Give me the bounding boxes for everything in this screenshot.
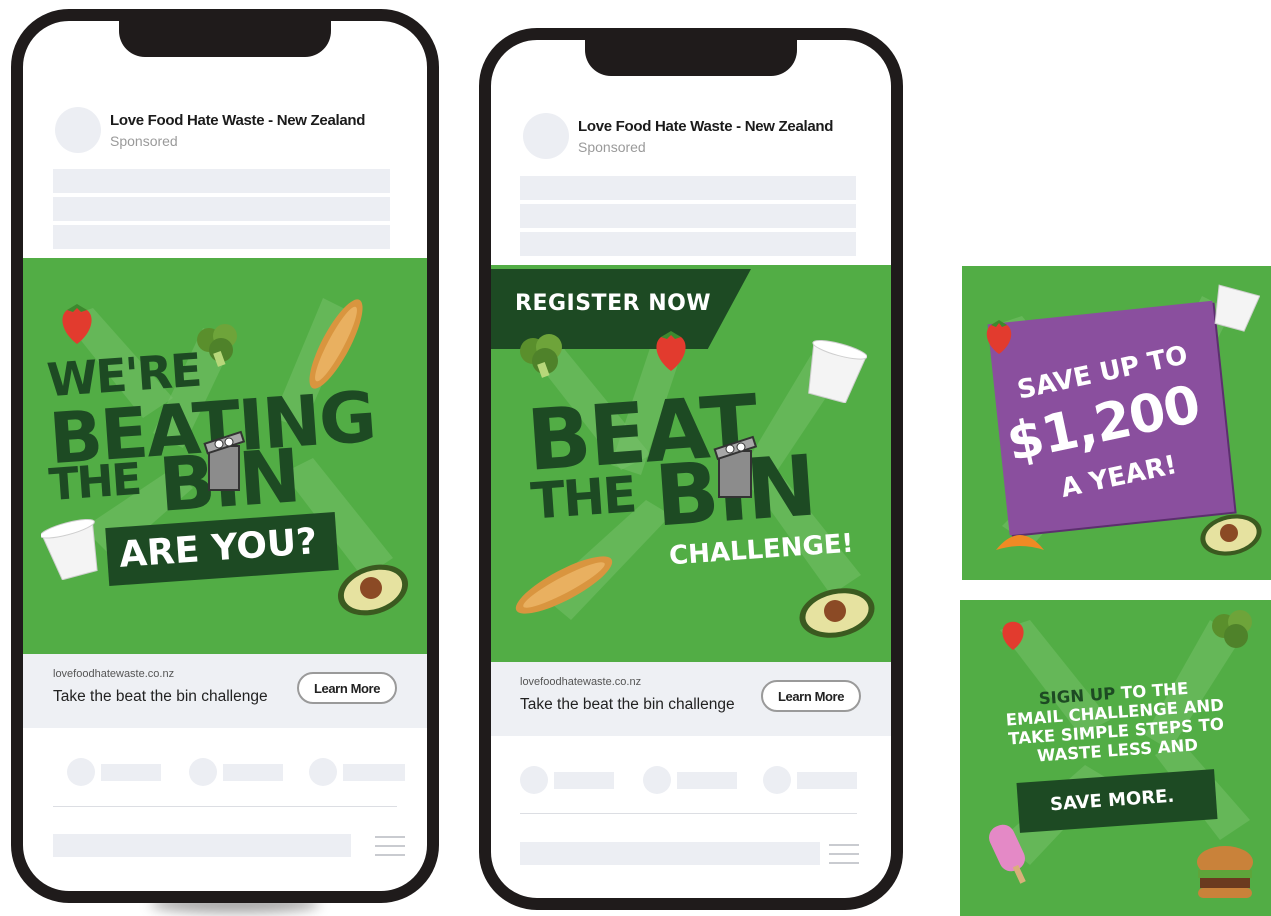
ice-pop-icon (989, 824, 1026, 884)
post-header: Love Food Hate Waste - New Zealand Spons… (55, 107, 407, 159)
square-ad-email-challenge[interactable]: SIGN UP TO THE EMAIL CHALLENGE AND TAKE … (960, 600, 1271, 916)
page-name[interactable]: Love Food Hate Waste - New Zealand (110, 112, 365, 129)
sponsored-label: Sponsored (110, 133, 178, 149)
post-text-placeholder (53, 197, 390, 221)
baguette-icon (515, 556, 613, 614)
share-label-placeholder (343, 764, 405, 781)
link-url[interactable]: lovefoodhatewaste.co.nz (53, 668, 174, 680)
link-headline[interactable]: Take the beat the bin challenge (520, 696, 735, 714)
comment-label-placeholder (677, 772, 737, 789)
post-text-placeholder (53, 169, 390, 193)
broccoli-icon (520, 334, 562, 378)
learn-more-button[interactable]: Learn More (297, 672, 397, 704)
bin-character-icon (713, 435, 758, 498)
post-text-placeholder (53, 225, 390, 249)
strawberry-icon (62, 304, 92, 344)
divider (53, 806, 397, 807)
phone-mockup-right: Love Food Hate Waste - New Zealand Spons… (479, 28, 903, 910)
burger-icon (1197, 846, 1253, 898)
yogurt-tub-icon (41, 518, 98, 580)
link-headline[interactable]: Take the beat the bin challenge (53, 688, 268, 706)
comment-label-placeholder (223, 764, 283, 781)
comment-icon[interactable] (643, 766, 671, 794)
broccoli-icon (1212, 610, 1252, 648)
like-label-placeholder (101, 764, 161, 781)
strawberry-icon (656, 331, 686, 371)
menu-icon[interactable] (829, 844, 859, 864)
comment-input-placeholder[interactable] (53, 834, 351, 857)
share-label-placeholder (797, 772, 857, 789)
post-text-placeholder (520, 204, 856, 228)
strawberry-icon (986, 320, 1012, 354)
phone-notch (119, 21, 331, 57)
like-icon[interactable] (520, 766, 548, 794)
yogurt-tub-icon (1214, 284, 1260, 332)
cta-bar: lovefoodhatewaste.co.nz Take the beat th… (23, 654, 427, 728)
like-label-placeholder (554, 772, 614, 789)
register-now-text: REGISTER NOW (515, 291, 712, 316)
menu-icon[interactable] (375, 836, 405, 856)
link-url[interactable]: lovefoodhatewaste.co.nz (520, 676, 641, 688)
orange-peel-icon (996, 535, 1044, 550)
share-icon[interactable] (309, 758, 337, 786)
yogurt-tub-icon (808, 340, 867, 403)
share-icon[interactable] (763, 766, 791, 794)
ad-image-beating-the-bin[interactable]: WE'RE BEATING THE BIN ARE YOU? (23, 258, 427, 654)
comment-icon[interactable] (189, 758, 217, 786)
post-text-placeholder (520, 176, 856, 200)
headline-the: THE (47, 453, 142, 512)
broccoli-icon (197, 324, 237, 367)
post-header: Love Food Hate Waste - New Zealand Spons… (523, 113, 871, 165)
avocado-icon (799, 588, 875, 638)
phone-notch (585, 40, 797, 76)
strawberry-icon (1002, 621, 1024, 650)
avatar[interactable] (55, 107, 101, 153)
page-name[interactable]: Love Food Hate Waste - New Zealand (578, 118, 833, 135)
bin-character-icon (203, 430, 246, 491)
cta-bar: lovefoodhatewaste.co.nz Take the beat th… (491, 662, 891, 736)
headline-the: THE (529, 465, 637, 531)
divider (520, 813, 857, 814)
learn-more-button[interactable]: Learn More (761, 680, 861, 712)
like-icon[interactable] (67, 758, 95, 786)
sponsored-label: Sponsored (578, 139, 646, 155)
avatar[interactable] (523, 113, 569, 159)
avocado-icon (1200, 514, 1262, 556)
comment-input-placeholder[interactable] (520, 842, 820, 865)
avocado-icon (337, 564, 409, 616)
square-ad-save-money[interactable]: SAVE UP TO $1,200 A YEAR! (962, 266, 1271, 580)
ad-image-beat-the-bin-challenge[interactable]: REGISTER NOW BEAT THE BIN CHALLENGE! (491, 265, 891, 662)
post-text-placeholder (520, 232, 856, 256)
phone-mockup-left: Love Food Hate Waste - New Zealand Spons… (11, 9, 439, 903)
